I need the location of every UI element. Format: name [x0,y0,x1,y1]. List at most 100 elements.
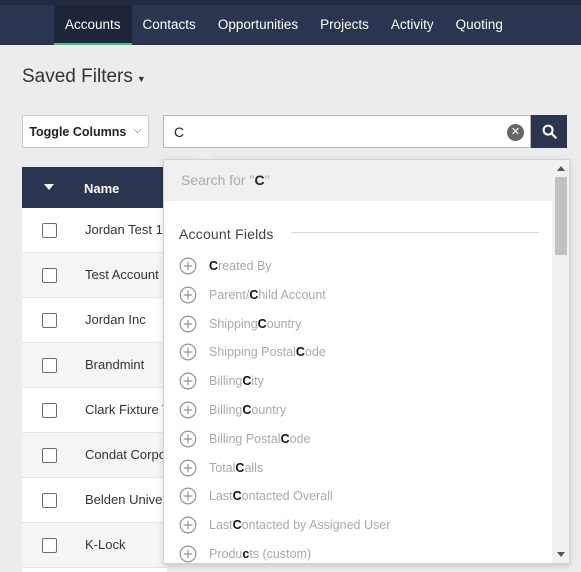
search-for-prefix: Search for " [181,172,255,188]
add-circle-icon [179,516,197,534]
tab-projects[interactable]: Projects [309,5,380,45]
search-icon [542,124,557,139]
search-suggestions-dropdown: Search for "C" Account Fields Created By… [163,159,570,564]
field-option-billing-city[interactable]: Billing City [179,370,264,392]
field-label-post: ts (custom) [249,547,312,561]
field-label-pre: Last [209,489,233,503]
field-label-post: ontacted by Assigned User [241,518,391,532]
add-circle-icon [179,459,197,477]
field-label-post: ode [304,345,326,359]
field-option-last-contacted-overall[interactable]: Last Contacted Overall [179,485,333,507]
field-label-post: alls [244,461,264,475]
add-circle-icon [179,372,197,390]
sort-down-icon[interactable] [44,184,54,190]
field-label-match: c [242,547,250,561]
saved-filters-dropdown[interactable]: Saved Filters ▼ [22,66,146,88]
table-row: Belden Univer [22,478,167,523]
field-label-pre: Parent/ [209,288,250,302]
table-row: Jordan Test 1 [22,208,167,253]
row-checkbox[interactable] [42,268,57,283]
row-checkbox[interactable] [42,313,57,328]
toggle-columns-button[interactable]: Toggle Columns ⌵ [22,115,149,148]
field-label-pre: Shipping [209,317,258,331]
search-button[interactable] [531,115,567,148]
tab-quoting[interactable]: Quoting [445,5,514,45]
account-name[interactable]: Jordan Test 1 [85,222,163,237]
scroll-down-arrow-icon[interactable] [557,552,565,557]
field-option-total-calls[interactable]: Total Calls [179,457,263,479]
field-label-match: C [232,518,242,532]
field-option-shipping-country[interactable]: Shipping Country [179,313,301,335]
field-label-pre: Last [209,518,233,532]
nav-tabs: Accounts Contacts Opportunities Projects… [54,5,514,45]
account-name[interactable]: K-Lock [85,537,125,552]
field-label-pre: Produ [209,547,243,561]
table-row: Jordan Inc [22,298,167,343]
search-for-term: C [254,172,265,188]
section-divider [291,232,539,233]
field-option-created-by[interactable]: Created By [179,255,272,277]
account-name[interactable]: Clark Fixture T [85,402,170,417]
section-title-account-fields: Account Fields [179,226,274,242]
table-row: Brandmint [22,343,167,388]
account-name[interactable]: Brandmint [85,357,144,372]
accounts-table: Name Jordan Test 1 Test Account Jordan I… [22,167,170,572]
top-nav-bar: Accounts Contacts Opportunities Projects… [0,0,581,45]
scrollbar-thumb[interactable] [555,177,567,255]
tab-opportunities[interactable]: Opportunities [207,5,309,45]
dropdown-scrollbar[interactable] [552,160,569,563]
caret-down-icon: ▼ [136,73,146,84]
field-label-match: C [257,317,267,331]
add-circle-icon [179,545,197,563]
field-label-pre: Billing Postal [209,432,281,446]
field-label-post: reated By [218,259,272,273]
field-option-products-custom[interactable]: Produ c ts (custom) [179,543,312,563]
search-for-option[interactable]: Search for "C" [164,160,552,201]
add-circle-icon [179,430,197,448]
saved-filters-label: Saved Filters [22,66,133,87]
row-checkbox[interactable] [42,538,57,553]
row-checkbox[interactable] [42,358,57,373]
tab-contacts[interactable]: Contacts [132,5,207,45]
close-circle-icon[interactable]: ✕ [507,124,524,141]
field-label-post: ontacted Overall [241,489,333,503]
account-name[interactable]: Condat Corpo [85,447,166,462]
field-label-match: C [295,345,305,359]
row-checkbox[interactable] [42,493,57,508]
row-checkbox[interactable] [42,448,57,463]
search-input[interactable] [174,116,504,147]
account-name[interactable]: Test Account [85,267,159,282]
field-label-match: C [280,432,290,446]
field-label-match: C [242,374,252,388]
field-option-shipping-postal-code[interactable]: Shipping Postal Code [179,341,326,363]
field-option-parent-child-account[interactable]: Parent/Child Account [179,284,326,306]
field-option-billing-postal-code[interactable]: Billing Postal Code [179,428,310,450]
row-checkbox[interactable] [42,223,57,238]
row-checkbox[interactable] [42,403,57,418]
field-label-pre: Shipping Postal [209,345,296,359]
field-label-post: ountry [251,403,287,417]
tab-accounts[interactable]: Accounts [54,5,132,45]
field-label-match: C [235,461,245,475]
field-label-match: C [249,288,259,302]
toggle-columns-label: Toggle Columns [29,124,127,139]
field-option-last-contacted-by-assigned-user[interactable]: Last Contacted by Assigned User [179,514,390,536]
field-label-pre: Total [209,461,236,475]
field-option-billing-country[interactable]: Billing Country [179,399,286,421]
chevron-down-icon: ⌵ [133,124,142,136]
add-circle-icon [179,487,197,505]
table-header: Name [22,167,167,208]
search-for-suffix: " [264,172,270,188]
tab-activity[interactable]: Activity [380,5,445,45]
table-row: Condat Corpo [22,433,167,478]
add-circle-icon [179,343,197,361]
add-circle-icon [179,401,197,419]
scroll-up-arrow-icon[interactable] [557,166,565,171]
column-header-name[interactable]: Name [84,181,119,196]
field-label-post: ountry [266,317,302,331]
field-label-pre: Billing [209,403,243,417]
field-label-post: ity [251,374,264,388]
account-name[interactable]: Jordan Inc [85,312,146,327]
field-label-pre: Billing [209,374,243,388]
account-name[interactable]: Belden Univer [85,492,167,507]
